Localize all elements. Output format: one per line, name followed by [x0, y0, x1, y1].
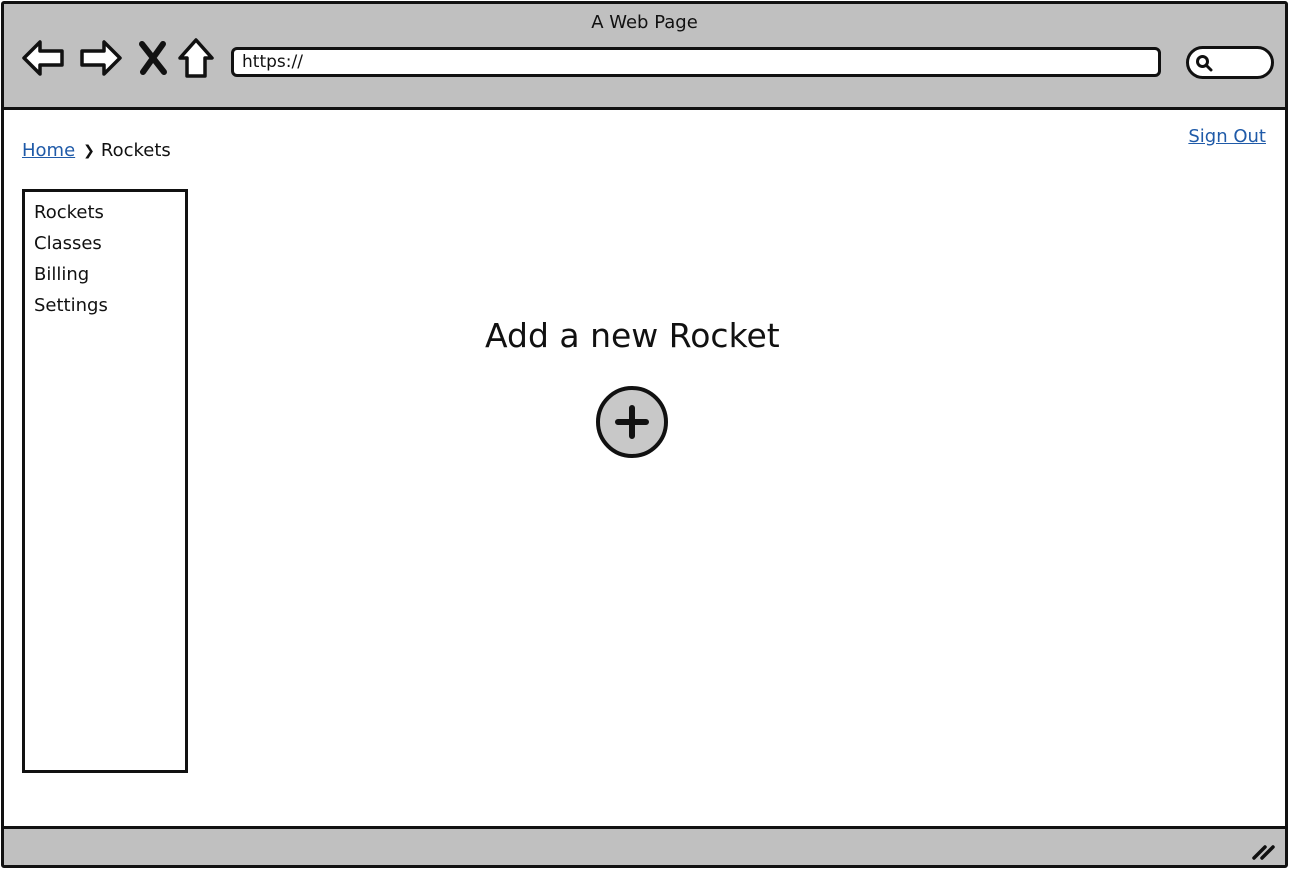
browser-toolbar: A Web Page [4, 4, 1285, 110]
close-icon[interactable] [130, 34, 178, 82]
sidebar-item-settings[interactable]: Settings [34, 290, 185, 321]
breadcrumb-home-link[interactable]: Home [22, 140, 75, 161]
breadcrumb-current: Rockets [100, 140, 171, 161]
breadcrumb: Home ❯ Rockets [22, 140, 171, 161]
plus-icon [615, 405, 649, 439]
resize-grip-icon[interactable] [1251, 839, 1277, 861]
page-content: Home ❯ Rockets Sign Out Rockets Classes … [4, 110, 1285, 832]
search-input[interactable] [1186, 46, 1274, 79]
sidebar-item-rockets[interactable]: Rockets [34, 197, 185, 228]
sidebar: Rockets Classes Billing Settings [22, 189, 188, 773]
sign-out-link[interactable]: Sign Out [1188, 126, 1266, 147]
chevron-right-icon: ❯ [83, 142, 95, 159]
back-arrow-icon[interactable] [20, 34, 68, 82]
url-bar[interactable] [231, 47, 1161, 77]
window-title: A Web Page [591, 12, 698, 33]
sidebar-item-billing[interactable]: Billing [34, 259, 185, 290]
search-icon [1196, 55, 1213, 72]
page-title: Add a new Rocket [485, 316, 780, 355]
add-rocket-button[interactable] [596, 386, 668, 458]
browser-window: A Web Page https:// Home ❯ Rockets Sign … [1, 1, 1288, 868]
forward-arrow-icon[interactable] [76, 34, 124, 82]
url-input[interactable] [240, 51, 1158, 73]
status-bar [4, 826, 1285, 865]
home-icon[interactable] [172, 34, 220, 82]
sidebar-item-classes[interactable]: Classes [34, 228, 185, 259]
